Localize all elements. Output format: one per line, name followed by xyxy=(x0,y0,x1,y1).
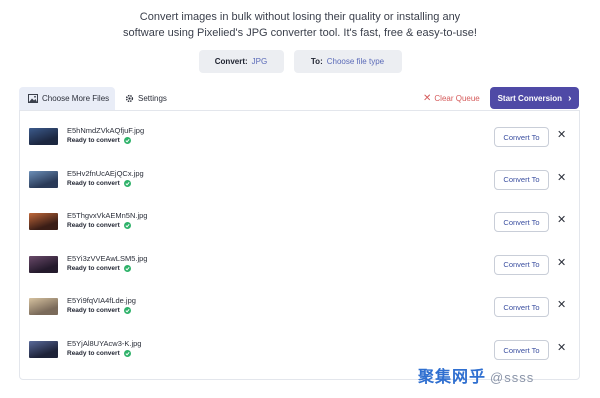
start-conversion-label: Start Conversion xyxy=(497,93,563,103)
file-row: E5Hv2fnUcAEjQCx.jpg Ready to convert Conve… xyxy=(20,159,579,199)
check-circle-icon xyxy=(123,137,131,144)
file-name: E5Yi9fqVIA4fLde.jpg xyxy=(67,296,136,306)
file-name: E5YjAl8UYAcw3-K.jpg xyxy=(67,339,142,348)
check-circle-icon xyxy=(123,222,131,230)
convert-to-button[interactable]: Convert To xyxy=(494,212,549,233)
watermark: 聚集网乎 @ssss xyxy=(418,363,534,387)
file-status: Ready to convert xyxy=(67,179,131,187)
convert-to-button[interactable]: Convert To xyxy=(494,127,549,147)
convert-to-label: To: xyxy=(310,57,323,66)
queue-toolbar: Choose More Files Settings ✕ Clear Queue… xyxy=(19,87,580,110)
convert-from-label: Convert: xyxy=(214,57,248,66)
file-name: E5Hv2fnUcAEjQCx.jpg xyxy=(67,168,144,178)
remove-file-icon[interactable]: ✕ xyxy=(557,172,566,184)
remove-file-icon[interactable]: ✕ xyxy=(557,343,566,354)
file-status: Ready to convert xyxy=(67,307,131,315)
convert-to-button[interactable]: Convert To xyxy=(494,340,549,360)
intro-line-1: Convert images in bulk without losing th… xyxy=(139,11,461,23)
clear-queue-label: Clear Queue xyxy=(434,94,480,103)
choose-more-files-button[interactable]: Choose More Files xyxy=(19,87,115,110)
convert-from-select[interactable]: Convert: JPG xyxy=(198,50,284,73)
check-circle-icon xyxy=(123,350,131,357)
file-status: Ready to convert xyxy=(67,222,131,230)
file-thumbnail xyxy=(29,213,58,231)
file-status-label: Ready to convert xyxy=(67,307,120,315)
convert-to-button[interactable]: Convert To xyxy=(494,169,549,190)
remove-file-icon[interactable]: ✕ xyxy=(557,300,566,311)
file-name: E5hNmdZVkAQfjuF.jpg xyxy=(67,126,145,135)
remove-file-icon[interactable]: ✕ xyxy=(557,130,566,141)
file-thumbnail xyxy=(29,298,58,316)
intro-line-2: software using Pixelied's JPG converter … xyxy=(123,27,477,39)
file-row: E5ThgvxVkAEMn5N.jpg Ready to convert Conve… xyxy=(20,201,579,241)
convert-to-value: Choose file type xyxy=(326,57,385,66)
remove-file-icon[interactable]: ✕ xyxy=(557,257,566,269)
watermark-brand: 聚集网乎 xyxy=(418,369,487,386)
file-thumbnail xyxy=(29,255,58,273)
image-icon xyxy=(28,94,38,103)
file-status: Ready to convert xyxy=(67,350,131,357)
convert-to-button[interactable]: Convert To xyxy=(494,254,549,275)
file-status: Ready to convert xyxy=(67,264,131,272)
file-status-label: Ready to convert xyxy=(67,264,120,272)
remove-file-icon[interactable]: ✕ xyxy=(557,215,566,226)
close-icon: ✕ xyxy=(423,92,432,104)
check-circle-icon xyxy=(123,307,131,315)
file-status-label: Ready to convert xyxy=(67,179,120,187)
file-thumbnail xyxy=(29,170,58,188)
file-status-label: Ready to convert xyxy=(67,350,120,357)
file-row: E5hNmdZVkAQfjuF.jpg Ready to convert Conve… xyxy=(20,116,579,156)
check-circle-icon xyxy=(123,264,131,272)
convert-to-button[interactable]: Convert To xyxy=(494,297,549,318)
convert-to-select[interactable]: To: Choose file type xyxy=(293,50,402,73)
file-name: E5ThgvxVkAEMn5N.jpg xyxy=(67,211,148,221)
settings-tab[interactable]: Settings xyxy=(123,87,167,110)
file-name: E5Yi3zVVEAwLSM5.jpg xyxy=(67,253,148,263)
watermark-handle: @ssss xyxy=(490,370,535,385)
file-thumbnail xyxy=(29,128,58,145)
converter-selectors: Convert: JPG To: Choose file type xyxy=(0,50,600,73)
clear-queue-button[interactable]: ✕ Clear Queue xyxy=(423,87,480,110)
intro-text: Convert images in bulk without losing th… xyxy=(0,9,600,41)
choose-more-files-label: Choose More Files xyxy=(42,94,110,103)
gear-icon xyxy=(125,94,134,103)
file-status-label: Ready to convert xyxy=(67,222,120,230)
file-thumbnail xyxy=(29,341,58,358)
check-circle-icon xyxy=(123,179,131,187)
file-row: E5Yi3zVVEAwLSM5.jpg Ready to convert Conve… xyxy=(20,244,579,284)
chevron-right-icon: › xyxy=(568,92,572,104)
file-status-label: Ready to convert xyxy=(67,137,120,144)
settings-label: Settings xyxy=(138,94,167,103)
file-queue-list: E5hNmdZVkAQfjuF.jpg Ready to convert Conve… xyxy=(19,110,580,380)
start-conversion-button[interactable]: Start Conversion › xyxy=(490,87,579,109)
file-row: E5Yi9fqVIA4fLde.jpg Ready to convert Conve… xyxy=(20,286,579,326)
file-status: Ready to convert xyxy=(67,137,131,144)
convert-from-value: JPG xyxy=(251,57,268,66)
